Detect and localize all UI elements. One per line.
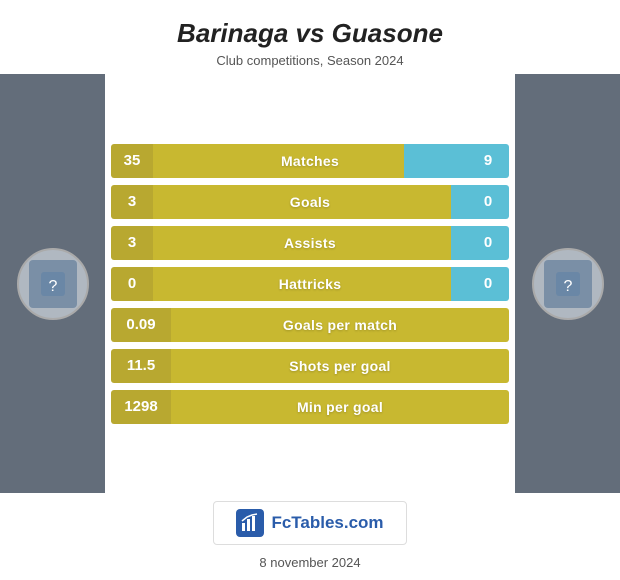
stat-goals-left: 3 xyxy=(111,185,153,219)
stat-assists-fill xyxy=(451,226,467,260)
stat-row-hattricks: 0 Hattricks 0 xyxy=(111,267,509,301)
stat-shots-per-goal-label: Shots per goal xyxy=(289,358,390,374)
chart-icon xyxy=(240,513,260,533)
stat-hattricks-left: 0 xyxy=(111,267,153,301)
stat-goals-fill xyxy=(451,185,467,219)
stat-row-assists: 3 Assists 0 xyxy=(111,226,509,260)
watermark-text-prefix: Fc xyxy=(271,513,291,532)
avatar-left: ? xyxy=(17,248,89,320)
player-silhouette-left-icon: ? xyxy=(37,268,69,300)
stat-goals-right: 0 xyxy=(467,185,509,219)
stat-assists-bar: Assists xyxy=(153,226,467,260)
stat-goals-per-match-label: Goals per match xyxy=(283,317,397,333)
footer: 8 november 2024 xyxy=(0,547,620,580)
main-area: ? 35 Matches 9 3 Goals xyxy=(0,74,620,493)
page-container: Barinaga vs Guasone Club competitions, S… xyxy=(0,0,620,580)
stat-matches-bar: Matches xyxy=(153,144,467,178)
stat-hattricks-right: 0 xyxy=(467,267,509,301)
page-subtitle: Club competitions, Season 2024 xyxy=(0,53,620,68)
stat-matches-right: 9 xyxy=(467,144,509,178)
stat-hattricks-bar: Hattricks xyxy=(153,267,467,301)
stat-row-matches: 35 Matches 9 xyxy=(111,144,509,178)
watermark-text: FcTables.com xyxy=(271,513,383,533)
avatar-right-icon: ? xyxy=(544,260,592,308)
stat-hattricks-fill xyxy=(451,267,467,301)
footer-date: 8 november 2024 xyxy=(259,555,360,570)
stat-goals-per-match-bar: Goals per match xyxy=(171,308,509,342)
avatar-right: ? xyxy=(532,248,604,320)
player-silhouette-right-icon: ? xyxy=(552,268,584,300)
stat-goals-bar: Goals xyxy=(153,185,467,219)
page-title: Barinaga vs Guasone xyxy=(0,18,620,49)
svg-text:?: ? xyxy=(563,278,572,295)
stat-matches-label: Matches xyxy=(281,153,339,169)
player-right-panel: ? xyxy=(515,74,620,493)
stat-hattricks-label: Hattricks xyxy=(279,276,342,292)
stat-min-per-goal-value: 1298 xyxy=(111,390,171,424)
player-left-panel: ? xyxy=(0,74,105,493)
watermark: FcTables.com xyxy=(213,501,406,545)
stat-assists-left: 3 xyxy=(111,226,153,260)
svg-text:?: ? xyxy=(48,278,57,295)
stat-shots-per-goal-bar: Shots per goal xyxy=(171,349,509,383)
stat-assists-label: Assists xyxy=(284,235,336,251)
stat-matches-left: 35 xyxy=(111,144,153,178)
stat-shots-per-goal-value: 11.5 xyxy=(111,349,171,383)
stat-assists-right: 0 xyxy=(467,226,509,260)
stat-goals-per-match-value: 0.09 xyxy=(111,308,171,342)
stat-matches-fill xyxy=(404,144,467,178)
avatar-left-icon: ? xyxy=(29,260,77,308)
stat-goals-label: Goals xyxy=(290,194,330,210)
stat-row-goals-per-match: 0.09 Goals per match xyxy=(111,308,509,342)
stat-row-min-per-goal: 1298 Min per goal xyxy=(111,390,509,424)
header: Barinaga vs Guasone Club competitions, S… xyxy=(0,0,620,74)
watermark-area: FcTables.com xyxy=(0,501,620,545)
stats-section: 35 Matches 9 3 Goals 0 3 Assis xyxy=(105,74,515,493)
stat-row-goals: 3 Goals 0 xyxy=(111,185,509,219)
watermark-text-suffix: Tables.com xyxy=(291,513,383,532)
watermark-icon xyxy=(236,509,264,537)
stat-row-shots-per-goal: 11.5 Shots per goal xyxy=(111,349,509,383)
stat-min-per-goal-label: Min per goal xyxy=(297,399,383,415)
stat-min-per-goal-bar: Min per goal xyxy=(171,390,509,424)
